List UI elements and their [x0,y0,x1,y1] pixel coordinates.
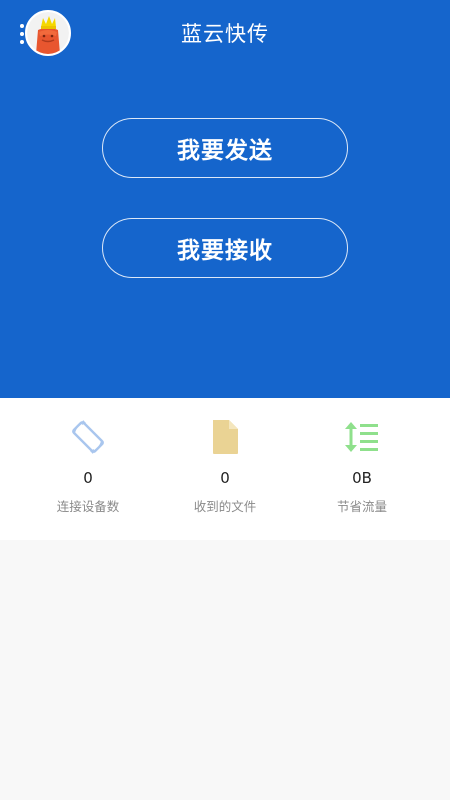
stat-received-files: 0 收到的文件 [150,398,300,540]
stat-label: 连接设备数 [56,499,120,514]
receive-button[interactable]: 我要接收 [102,218,348,278]
stat-value: 0 [220,469,230,487]
stat-label: 节省流量 [336,499,387,514]
stat-connected-devices: 0 连接设备数 [13,398,163,540]
stat-value: 0B [352,469,372,487]
app-title: 蓝云快传 [181,22,269,46]
hero-panel: 蓝云快传 我要发送 我要接收 [0,0,450,398]
file-icon [205,417,245,457]
send-button[interactable]: 我要发送 [102,118,348,178]
sort-list-icon [342,417,382,457]
stats-panel: 0 连接设备数 0 收到的文件 0B 节省流量 [0,398,450,540]
screen-rotation-icon [68,417,108,457]
stat-data-saved: 0B 节省流量 [287,398,437,540]
stat-value: 0 [83,469,93,487]
stat-label: 收到的文件 [193,499,257,514]
